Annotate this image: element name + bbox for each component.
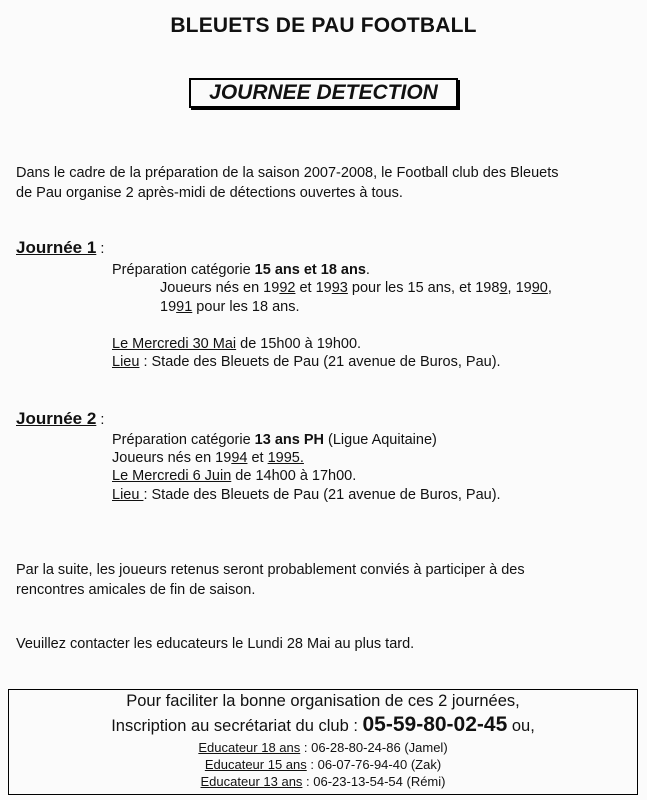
day2-category-suffix: (Ligue Aquitaine) xyxy=(324,432,437,448)
educator-contact: Educateur 13 ans : 06-23-13-54-54 (Rémi) xyxy=(9,774,637,789)
day2-title: Journée 2 xyxy=(16,409,97,428)
day1-category: Préparation catégorie 15 ans et 18 ans. xyxy=(112,260,370,280)
day2-category: Préparation catégorie 13 ans PH (Ligue A… xyxy=(112,430,437,450)
day1-date: Le Mercredi 30 Mai xyxy=(112,336,237,352)
day2-year-underlined: 94 xyxy=(231,450,248,466)
day2-players-line: Joueurs nés en 1994 et 1995. xyxy=(112,448,304,468)
day1-category-prefix: Préparation catégorie xyxy=(112,262,255,278)
day2-players-text: Joueurs nés en 19 xyxy=(112,450,232,466)
day2-colon: : xyxy=(96,412,105,428)
day2-time: de 14h00 à 17h00. xyxy=(231,468,357,484)
day1-year-underlined: 92 xyxy=(279,280,296,296)
day2-place-line: Lieu : Stade des Bleuets de Pau (21 aven… xyxy=(112,485,501,505)
educator-label: Educateur 18 ans xyxy=(198,740,301,755)
registration-box: Pour faciliter la bonne organisation de … xyxy=(8,689,638,795)
day1-players-text: et 19 xyxy=(295,280,332,296)
day1-category-suffix: . xyxy=(365,262,370,278)
day1-year-underlined: 93 xyxy=(331,280,348,296)
day1-players-text: pour les 15 ans, et 198 xyxy=(347,280,500,296)
day2-category-bold: 13 ans PH xyxy=(254,432,324,448)
day1-place-line: Lieu : Stade des Bleuets de Pau (21 aven… xyxy=(112,352,501,372)
day1-colon: : xyxy=(96,241,105,257)
day1-place: : Stade des Bleuets de Pau (21 avenue de… xyxy=(139,354,501,370)
day1-players-text: , xyxy=(547,280,552,296)
day2-place: : Stade des Bleuets de Pau (21 avenue de… xyxy=(143,487,501,503)
day2-category-prefix: Préparation catégorie xyxy=(112,432,255,448)
day2-date: Le Mercredi 6 Juin xyxy=(112,468,232,484)
day1-year-underlined: 90 xyxy=(531,280,548,296)
day1-heading: Journée 1 : xyxy=(16,238,104,259)
day1-category-bold: 15 ans et 18 ans xyxy=(254,262,366,278)
club-title: BLEUETS DE PAU FOOTBALL xyxy=(170,14,477,37)
educator-label: Educateur 13 ans xyxy=(200,774,303,789)
day2-place-label: Lieu xyxy=(112,487,144,503)
day1-players-text: Joueurs nés en 19 xyxy=(160,280,280,296)
day2-heading: Journée 2 : xyxy=(16,409,104,430)
event-title: JOURNEE DETECTION xyxy=(189,78,458,108)
outro-line-1: Par la suite, les joueurs retenus seront… xyxy=(16,562,525,578)
day1-players-text: pour les 18 ans. xyxy=(192,299,300,315)
day1-year-underlined: 91 xyxy=(176,299,193,315)
educator-contact: Educateur 15 ans : 06-07-76-94-40 (Zak) xyxy=(9,757,637,772)
day1-players-text: , 19 xyxy=(507,280,532,296)
day2-date-line: Le Mercredi 6 Juin de 14h00 à 17h00. xyxy=(112,466,356,486)
educator-phone: : 06-07-76-94-40 (Zak) xyxy=(306,757,442,772)
intro-line-1: Dans le cadre de la préparation de la sa… xyxy=(16,165,559,181)
day2-year-underlined: 1995. xyxy=(267,450,304,466)
registration-phone-prefix: Inscription au secrétariat du club : xyxy=(111,717,363,735)
day1-time: de 15h00 à 19h00. xyxy=(236,336,362,352)
day1-players-line-2: 1991 pour les 18 ans. xyxy=(160,297,300,317)
day1-date-line: Le Mercredi 30 Mai de 15h00 à 19h00. xyxy=(112,334,361,354)
day1-title: Journée 1 xyxy=(16,238,97,257)
educator-phone: : 06-23-13-54-54 (Rémi) xyxy=(302,774,446,789)
club-phone-number: 05-59-80-02-45 xyxy=(362,713,508,736)
day1-players-text: 19 xyxy=(160,299,177,315)
day2-players-text: et xyxy=(247,450,268,466)
registration-intro: Pour faciliter la bonne organisation de … xyxy=(126,692,520,710)
registration-phone-suffix: ou, xyxy=(507,717,535,735)
day1-year-underlined: 9 xyxy=(499,280,508,296)
registration-phone-line: Inscription au secrétariat du club : 05-… xyxy=(9,713,637,737)
educator-contact: Educateur 18 ans : 06-28-80-24-86 (Jamel… xyxy=(9,740,637,755)
outro-line-2: rencontres amicales de fin de saison. xyxy=(16,582,256,598)
educator-label: Educateur 15 ans xyxy=(204,757,307,772)
contact-deadline: Veuillez contacter les educateurs le Lun… xyxy=(16,636,415,652)
intro-line-2: de Pau organise 2 après-midi de détectio… xyxy=(16,185,403,201)
day1-players-line-1: Joueurs nés en 1992 et 1993 pour les 15 … xyxy=(160,278,552,298)
educator-phone: : 06-28-80-24-86 (Jamel) xyxy=(300,740,448,755)
day1-place-label: Lieu xyxy=(112,354,140,370)
